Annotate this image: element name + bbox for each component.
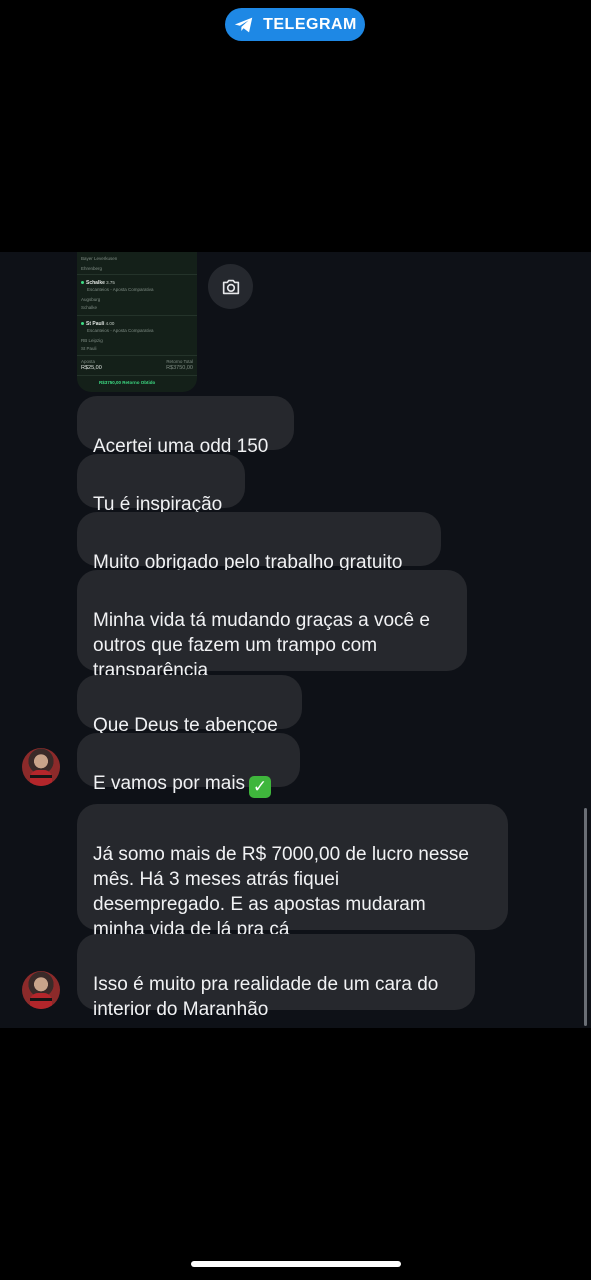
- message-bubble[interactable]: Já somo mais de R$ 7000,00 de lucro ness…: [77, 804, 508, 940]
- sender-avatar[interactable]: [22, 971, 60, 1009]
- screen: TELEGRAM Bayer Leverkusen Ehrenberg Scha…: [0, 0, 591, 1280]
- message-bubble[interactable]: Muito obrigado pelo trabalho gratuito: [77, 512, 441, 573]
- receipt-match: Schalke: [81, 305, 98, 310]
- message-text: Isso é muito pra realidade de um cara do…: [93, 974, 439, 1020]
- message-bubble[interactable]: Que Deus te abençoe: [77, 675, 302, 736]
- telegram-plane-icon: [233, 14, 255, 36]
- message-bubble[interactable]: Tu é inspiração: [77, 454, 245, 515]
- receipt-row-team: Bayer Leverkusen: [81, 256, 118, 261]
- message-bubble[interactable]: E vamos por mais ✓: [77, 733, 300, 798]
- message-text: Já somo mais de R$ 7000,00 de lucro ness…: [93, 844, 469, 940]
- message-bubble[interactable]: Minha vida tá mudando graças a você e ou…: [77, 570, 467, 681]
- receipt-footer: R$3750,00 Retorno Obtido: [99, 380, 156, 385]
- check-emoji-icon: ✓: [249, 776, 272, 798]
- receipt-pick: Schalke 3.75: [81, 280, 115, 286]
- receipt-row-team: Ehrenberg: [81, 266, 103, 271]
- receipt-return-value: R$3750,00: [166, 365, 193, 371]
- receipt-market: Escanteios - Aposta Comparativa: [87, 328, 154, 333]
- message-text: E vamos por mais: [93, 773, 246, 794]
- sender-avatar[interactable]: [22, 748, 60, 786]
- message-text: Minha vida tá mudando graças a você e ou…: [93, 610, 430, 681]
- scrollbar[interactable]: [584, 808, 587, 1026]
- home-indicator[interactable]: [191, 1261, 401, 1267]
- camera-button[interactable]: [208, 264, 253, 309]
- camera-icon: [222, 279, 239, 294]
- receipt-market: Escanteios - Aposta Comparativa: [87, 287, 154, 292]
- receipt-match: St Pauli: [81, 346, 97, 351]
- telegram-badge-label: TELEGRAM: [263, 15, 357, 33]
- receipt-return-label: Retorno Total: [166, 359, 193, 364]
- bet-receipt-image[interactable]: Bayer Leverkusen Ehrenberg Schalke 3.75 …: [77, 252, 197, 392]
- receipt-stake-label: Aposta: [81, 359, 96, 364]
- receipt-stake-value: R$25,00: [81, 365, 102, 371]
- receipt-match: RB Leipzig: [81, 338, 103, 343]
- receipt-match: Augsburg: [81, 297, 101, 302]
- message-bubble[interactable]: Acertei uma odd 150: [77, 396, 294, 457]
- receipt-pick: St Pauli 4.00: [81, 321, 114, 327]
- telegram-badge[interactable]: TELEGRAM: [225, 8, 365, 41]
- message-bubble[interactable]: Isso é muito pra realidade de um cara do…: [77, 934, 475, 1020]
- chat-area[interactable]: Bayer Leverkusen Ehrenberg Schalke 3.75 …: [0, 252, 591, 1028]
